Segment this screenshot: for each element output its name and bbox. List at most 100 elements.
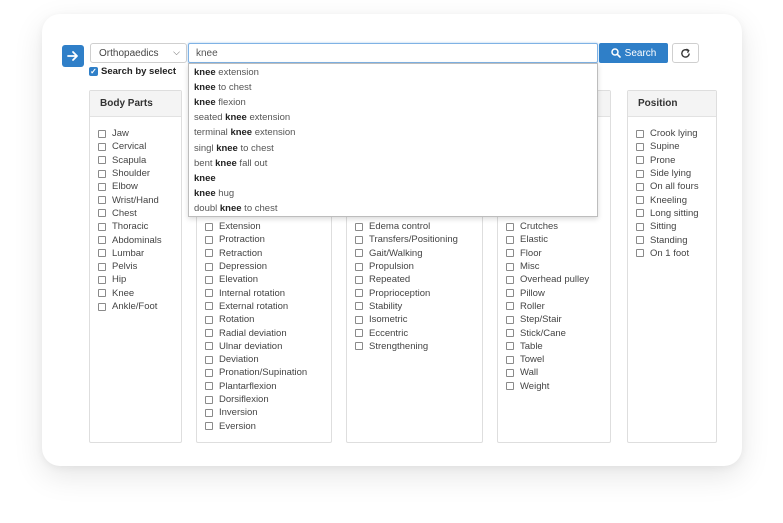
checkbox-item-position[interactable]: Standing [628, 233, 716, 246]
checkbox-item-position[interactable]: On 1 foot [628, 247, 716, 260]
checkbox-item-body-parts[interactable]: Elbow [90, 180, 181, 193]
checkbox-item-motion[interactable]: Dorsiflexion [197, 393, 331, 406]
checkbox[interactable] [205, 289, 213, 298]
checkbox[interactable] [636, 182, 644, 191]
checkbox[interactable] [355, 249, 363, 258]
checkbox-item-motion[interactable]: Inversion [197, 406, 331, 419]
checkbox[interactable] [205, 262, 213, 271]
checkbox-item-body-parts[interactable]: Pelvis [90, 260, 181, 273]
checkbox-item-type[interactable]: Repeated [347, 273, 482, 286]
checkbox-item-body-parts[interactable]: Hip [90, 273, 181, 286]
checkbox[interactable] [506, 368, 514, 377]
checkbox-item-equipment[interactable]: Crutches [498, 220, 610, 233]
checkbox[interactable] [636, 129, 644, 138]
checkbox-item-equipment[interactable]: Roller [498, 300, 610, 313]
checkbox[interactable] [355, 342, 363, 351]
checkbox-item-type[interactable]: Eccentric [347, 326, 482, 339]
checkbox[interactable] [98, 182, 106, 191]
checkbox-item-equipment[interactable]: Weight [498, 380, 610, 393]
checkbox[interactable] [506, 302, 514, 311]
category-select[interactable]: Orthopaedics ⌵ [90, 43, 187, 63]
checkbox[interactable] [636, 222, 644, 231]
checkbox[interactable] [355, 329, 363, 338]
checkbox-item-type[interactable]: Edema control [347, 220, 482, 233]
checkbox-item-motion[interactable]: External rotation [197, 300, 331, 313]
checkbox-item-motion[interactable]: Internal rotation [197, 286, 331, 299]
checkbox-item-equipment[interactable]: Overhead pulley [498, 273, 610, 286]
checkbox-item-motion[interactable]: Protraction [197, 233, 331, 246]
checkbox-item-motion[interactable]: Elevation [197, 273, 331, 286]
checkbox-item-position[interactable]: Prone [628, 154, 716, 167]
checkbox[interactable] [636, 156, 644, 165]
checkbox-item-equipment[interactable]: Wall [498, 366, 610, 379]
suggestion-item[interactable]: knee [189, 171, 597, 186]
checkbox-item-motion[interactable]: Extension [197, 220, 331, 233]
checkbox[interactable] [98, 156, 106, 165]
checkbox-item-type[interactable]: Strengthening [347, 340, 482, 353]
checkbox-item-position[interactable]: On all fours [628, 180, 716, 193]
checkbox[interactable] [355, 262, 363, 271]
checkbox-item-position[interactable]: Sitting [628, 220, 716, 233]
checkbox-item-body-parts[interactable]: Knee [90, 287, 181, 300]
checkbox-item-body-parts[interactable]: Jaw [90, 127, 181, 140]
checkbox[interactable] [205, 249, 213, 258]
checkbox[interactable] [636, 209, 644, 218]
checkbox[interactable] [98, 249, 106, 258]
checkbox-item-type[interactable]: Proprioception [347, 286, 482, 299]
checkbox-item-equipment[interactable]: Stick/Cane [498, 326, 610, 339]
checkbox[interactable] [506, 329, 514, 338]
checkbox[interactable] [98, 236, 106, 245]
checkbox-item-equipment[interactable]: Pillow [498, 286, 610, 299]
checkbox[interactable] [98, 302, 106, 311]
checkbox-item-motion[interactable]: Depression [197, 260, 331, 273]
checkbox[interactable] [506, 262, 514, 271]
checkbox[interactable] [98, 275, 106, 284]
checkbox[interactable] [506, 275, 514, 284]
checkbox[interactable] [205, 422, 213, 431]
search-by-selection-checkbox[interactable]: ✓ [89, 67, 98, 76]
checkbox[interactable] [355, 275, 363, 284]
suggestion-item[interactable]: knee to chest [189, 80, 597, 95]
checkbox-item-type[interactable]: Stability [347, 300, 482, 313]
suggestion-item[interactable]: knee extension [189, 65, 597, 80]
refresh-button[interactable] [672, 43, 699, 63]
checkbox[interactable] [636, 236, 644, 245]
checkbox-item-equipment[interactable]: Towel [498, 353, 610, 366]
checkbox[interactable] [506, 382, 514, 391]
checkbox[interactable] [506, 289, 514, 298]
suggestion-item[interactable]: doubl knee to chest [189, 201, 597, 216]
checkbox[interactable] [636, 142, 644, 151]
checkbox-item-position[interactable]: Kneeling [628, 193, 716, 206]
checkbox[interactable] [205, 342, 213, 351]
checkbox-item-motion[interactable]: Plantarflexion [197, 380, 331, 393]
checkbox[interactable] [205, 329, 213, 338]
checkbox-item-position[interactable]: Long sitting [628, 207, 716, 220]
checkbox[interactable] [506, 249, 514, 258]
checkbox-item-position[interactable]: Side lying [628, 167, 716, 180]
checkbox[interactable] [636, 249, 644, 258]
checkbox[interactable] [355, 289, 363, 298]
checkbox-item-motion[interactable]: Retraction [197, 247, 331, 260]
checkbox-item-body-parts[interactable]: Wrist/Hand [90, 193, 181, 206]
checkbox-item-body-parts[interactable]: Shoulder [90, 167, 181, 180]
checkbox-item-motion[interactable]: Eversion [197, 419, 331, 432]
search-input[interactable]: knee [188, 43, 598, 63]
checkbox-item-body-parts[interactable]: Ankle/Foot [90, 300, 181, 313]
checkbox[interactable] [98, 129, 106, 138]
checkbox[interactable] [98, 262, 106, 271]
checkbox[interactable] [205, 315, 213, 324]
checkbox-item-motion[interactable]: Rotation [197, 313, 331, 326]
checkbox[interactable] [506, 235, 514, 244]
checkbox-item-equipment[interactable]: Step/Stair [498, 313, 610, 326]
checkbox[interactable] [205, 302, 213, 311]
checkbox[interactable] [205, 395, 213, 404]
suggestion-item[interactable]: singl knee to chest [189, 140, 597, 155]
checkbox-item-equipment[interactable]: Table [498, 340, 610, 353]
suggestion-item[interactable]: seated knee extension [189, 110, 597, 125]
checkbox-item-equipment[interactable]: Misc [498, 260, 610, 273]
checkbox[interactable] [205, 382, 213, 391]
checkbox-item-motion[interactable]: Deviation [197, 353, 331, 366]
suggestion-item[interactable]: knee hug [189, 186, 597, 201]
checkbox-item-type[interactable]: Propulsion [347, 260, 482, 273]
checkbox[interactable] [98, 142, 106, 151]
